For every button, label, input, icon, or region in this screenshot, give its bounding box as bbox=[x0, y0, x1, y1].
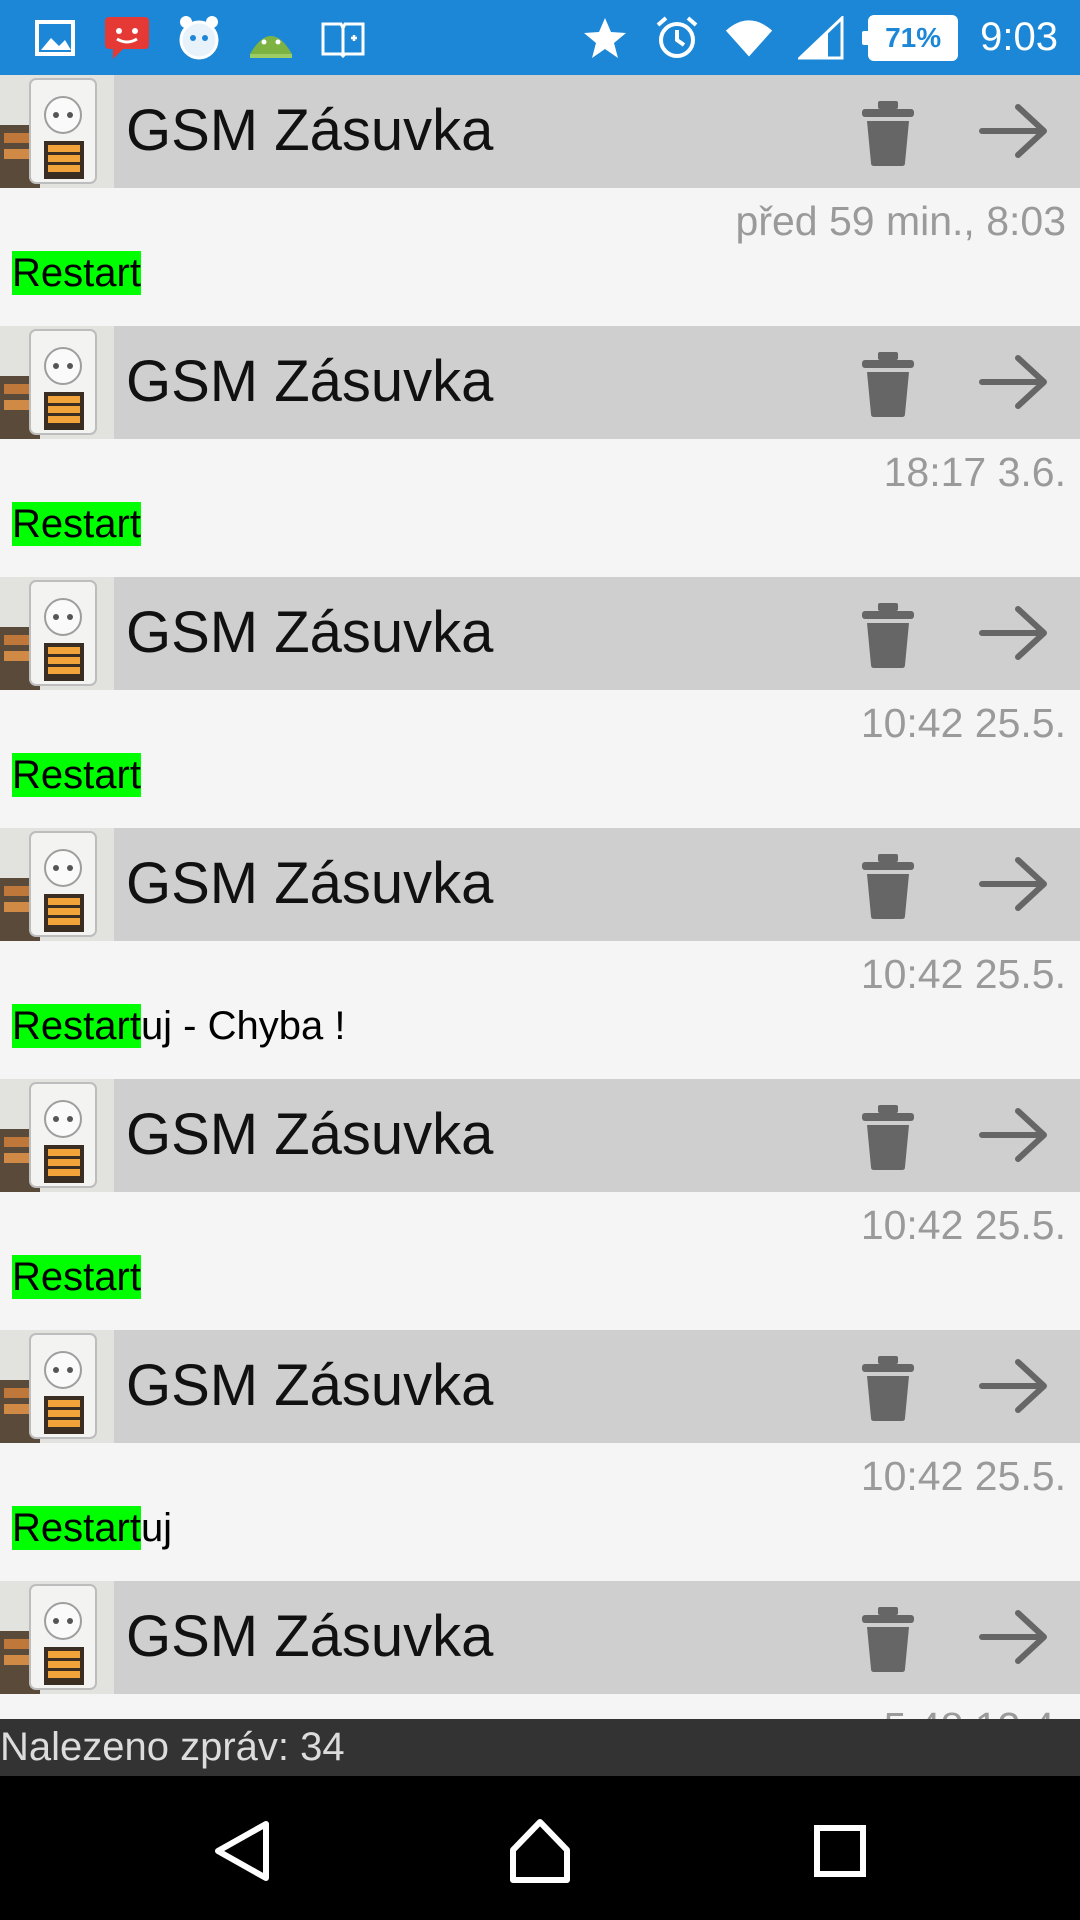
alarm-app-icon bbox=[174, 13, 224, 63]
arrow-right-icon[interactable] bbox=[978, 854, 1050, 914]
reader-icon bbox=[318, 13, 368, 63]
trash-icon[interactable] bbox=[858, 1101, 918, 1171]
sender-name: GSM Zásuvka bbox=[126, 851, 494, 916]
sender-name: GSM Zásuvka bbox=[126, 349, 494, 414]
message-body: Restart bbox=[12, 1249, 141, 1305]
status-bar: 71% 9:03 bbox=[0, 0, 1080, 75]
list-item[interactable]: GSM Zásuvka 18:17 3.6. Restart bbox=[0, 326, 1080, 577]
highlighted-match: Restart bbox=[12, 1255, 141, 1299]
status-time: 9:03 bbox=[980, 15, 1058, 59]
highlighted-match: Restart bbox=[12, 1506, 141, 1550]
message-header[interactable]: GSM Zásuvka bbox=[0, 326, 1080, 439]
device-thumbnail bbox=[0, 1330, 114, 1443]
message-header[interactable]: GSM Zásuvka bbox=[0, 75, 1080, 188]
highlighted-match: Restart bbox=[12, 1004, 141, 1048]
message-body-rest: uj bbox=[140, 1506, 173, 1550]
message-list[interactable]: GSM Zásuvka před 59 min., 8:03 Restart G… bbox=[0, 75, 1080, 1719]
message-header[interactable]: GSM Zásuvka bbox=[0, 577, 1080, 690]
arrow-right-icon[interactable] bbox=[978, 101, 1050, 161]
signal-icon bbox=[796, 13, 846, 63]
list-item[interactable]: GSM Zásuvka 10:42 25.5. Restart bbox=[0, 577, 1080, 828]
list-item[interactable]: GSM Zásuvka 5:48 13.4. bbox=[0, 1581, 1080, 1719]
device-thumbnail bbox=[0, 1079, 114, 1192]
device-thumbnail bbox=[0, 1581, 114, 1694]
highlighted-match: Restart bbox=[12, 251, 141, 295]
arrow-right-icon[interactable] bbox=[978, 352, 1050, 412]
chat-bubble-icon bbox=[102, 13, 152, 63]
message-time: 10:42 25.5. bbox=[860, 700, 1066, 746]
arrow-right-icon[interactable] bbox=[978, 1105, 1050, 1165]
trash-icon[interactable] bbox=[858, 599, 918, 669]
device-thumbnail bbox=[0, 326, 114, 439]
android-icon bbox=[246, 13, 296, 63]
message-body: Restart bbox=[12, 245, 141, 301]
list-item[interactable]: GSM Zásuvka 10:42 25.5. Restart bbox=[0, 1079, 1080, 1330]
battery-level: 71% bbox=[885, 21, 942, 53]
arrow-right-icon[interactable] bbox=[978, 1356, 1050, 1416]
message-body: Restart bbox=[12, 747, 141, 803]
trash-icon[interactable] bbox=[858, 97, 918, 167]
trash-icon[interactable] bbox=[858, 1352, 918, 1422]
arrow-right-icon[interactable] bbox=[978, 603, 1050, 663]
home-icon[interactable] bbox=[505, 1816, 575, 1886]
star-icon bbox=[580, 13, 630, 63]
message-body: Restartuj - Chyba ! bbox=[12, 998, 345, 1054]
device-thumbnail bbox=[0, 577, 114, 690]
highlighted-match: Restart bbox=[12, 753, 141, 797]
wifi-icon bbox=[724, 13, 774, 63]
highlighted-match: Restart bbox=[12, 502, 141, 546]
message-time: 5:48 13.4. bbox=[884, 1703, 1066, 1719]
message-body-rest: uj - Chyba ! bbox=[140, 1004, 346, 1048]
message-time: 18:17 3.6. bbox=[883, 449, 1066, 495]
sender-name: GSM Zásuvka bbox=[126, 1604, 494, 1669]
trash-icon[interactable] bbox=[858, 1603, 918, 1673]
message-header[interactable]: GSM Zásuvka bbox=[0, 828, 1080, 941]
image-icon bbox=[30, 13, 80, 63]
message-time: před 59 min., 8:03 bbox=[735, 198, 1066, 244]
navigation-bar bbox=[0, 1776, 1080, 1920]
message-time: 10:42 25.5. bbox=[860, 951, 1066, 997]
sender-name: GSM Zásuvka bbox=[126, 1102, 494, 1167]
message-time: 10:42 25.5. bbox=[860, 1202, 1066, 1248]
message-body: Restart bbox=[12, 496, 141, 552]
message-header[interactable]: GSM Zásuvka bbox=[0, 1079, 1080, 1192]
message-header[interactable]: GSM Zásuvka bbox=[0, 1581, 1080, 1694]
sender-name: GSM Zásuvka bbox=[126, 1353, 494, 1418]
sender-name: GSM Zásuvka bbox=[126, 600, 494, 665]
trash-icon[interactable] bbox=[858, 348, 918, 418]
device-thumbnail bbox=[0, 828, 114, 941]
arrow-right-icon[interactable] bbox=[978, 1607, 1050, 1667]
list-item[interactable]: GSM Zásuvka 10:42 25.5. Restartuj - Chyb… bbox=[0, 828, 1080, 1079]
alarm-icon bbox=[652, 13, 702, 63]
recents-icon[interactable] bbox=[805, 1816, 875, 1886]
list-item[interactable]: GSM Zásuvka 10:42 25.5. Restartuj bbox=[0, 1330, 1080, 1581]
battery-icon: 71% bbox=[862, 14, 959, 61]
device-thumbnail bbox=[0, 75, 114, 188]
trash-icon[interactable] bbox=[858, 850, 918, 920]
list-item[interactable]: GSM Zásuvka před 59 min., 8:03 Restart bbox=[0, 75, 1080, 326]
message-header[interactable]: GSM Zásuvka bbox=[0, 1330, 1080, 1443]
back-icon[interactable] bbox=[208, 1816, 278, 1886]
sender-name: GSM Zásuvka bbox=[126, 98, 494, 163]
message-time: 10:42 25.5. bbox=[860, 1453, 1066, 1499]
found-count: Nalezeno zpráv: 34 bbox=[0, 1719, 1080, 1776]
message-body: Restartuj bbox=[12, 1500, 172, 1556]
